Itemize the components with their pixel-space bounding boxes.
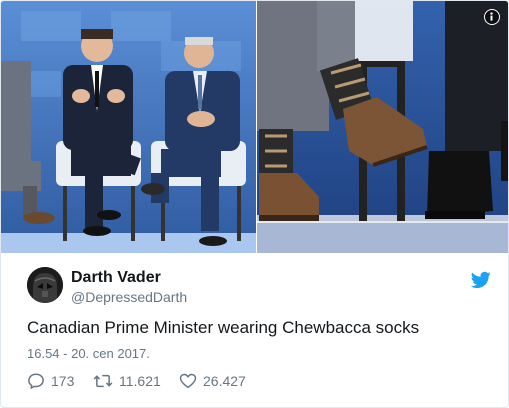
- photo-panel-stage[interactable]: [1, 1, 256, 253]
- retweet-count: 11.621: [119, 373, 161, 389]
- tweet-media[interactable]: [1, 1, 508, 253]
- twitter-bird-icon[interactable]: [471, 271, 491, 289]
- tweet-actions: 173 11.621 26.427: [27, 371, 327, 391]
- author-display-name[interactable]: Darth Vader: [71, 269, 161, 287]
- like-count: 26.427: [203, 373, 246, 389]
- tweet-timestamp[interactable]: 16.54 - 20. cen 2017.: [27, 346, 150, 361]
- photo-panel-socks[interactable]: [256, 1, 508, 253]
- like-button[interactable]: 26.427: [179, 371, 246, 391]
- darth-vader-avatar-icon: [27, 267, 63, 303]
- author-handle[interactable]: @DepressedDarth: [71, 289, 187, 305]
- retweet-icon: [93, 374, 113, 388]
- heart-icon: [179, 373, 197, 389]
- reply-button[interactable]: 173: [27, 371, 74, 391]
- reply-icon: [28, 373, 44, 389]
- socks-photo-illustration: [256, 1, 508, 253]
- tweet-text: Canadian Prime Minister wearing Chewbacc…: [27, 318, 420, 337]
- tweet-card[interactable]: Darth Vader @DepressedDarth Canadian Pri…: [0, 0, 509, 408]
- reply-count: 173: [51, 373, 75, 389]
- avatar[interactable]: [27, 267, 63, 303]
- stage-photo-illustration: [1, 1, 256, 253]
- tweet-header: Darth Vader @DepressedDarth: [27, 267, 497, 307]
- retweet-button[interactable]: 11.621: [93, 371, 161, 391]
- info-icon[interactable]: [484, 9, 500, 25]
